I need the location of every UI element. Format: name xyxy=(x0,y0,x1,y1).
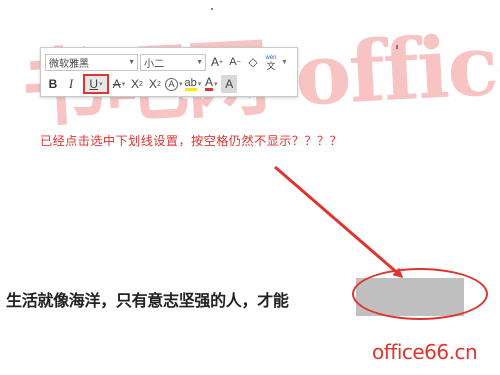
red-question-text: 已经点击选中下划线设置，按空格仍然不显示？？？？ xyxy=(40,134,343,148)
toolbar-row-format: B I U ▾ A ▾ X2 X2 A ▾ ab ▾ A ▾ A xyxy=(45,74,239,94)
superscript-icon: X xyxy=(131,77,140,91)
char-shading-icon: A xyxy=(225,77,234,91)
font-color-icon: A xyxy=(205,75,214,91)
highlight-button[interactable]: ab ▾ xyxy=(184,75,202,93)
font-color-button[interactable]: A ▾ xyxy=(203,75,219,93)
char-shading-button[interactable]: A xyxy=(221,75,238,93)
font-name-combo[interactable]: 微软雅黑 ▼ xyxy=(45,53,138,71)
italic-icon: I xyxy=(68,76,74,91)
font-name-value: 微软雅黑 xyxy=(49,58,89,70)
site-watermark: office66.cn xyxy=(372,340,478,364)
chevron-down-icon: ▾ xyxy=(197,81,202,88)
chevron-down-icon: ▼ xyxy=(196,58,203,66)
shrink-font-icon: A xyxy=(229,56,237,68)
bold-icon: B xyxy=(48,77,58,91)
text-cursor-mark xyxy=(396,45,398,49)
highlighter-icon: ab xyxy=(184,76,197,91)
document-sentence[interactable]: 生活就像海洋，只有意志坚强的人，才能 xyxy=(6,287,289,311)
chevron-down-icon: ▾ xyxy=(99,81,103,88)
text-effects-button[interactable]: A ▾ xyxy=(165,75,183,93)
text-effects-icon: A xyxy=(165,77,178,91)
underline-button[interactable]: U ▾ xyxy=(83,74,109,94)
cursor-dot xyxy=(211,8,213,10)
chevron-down-icon: ▾ xyxy=(179,81,183,88)
chevron-down-icon: ▾ xyxy=(121,81,126,88)
shrink-font-button[interactable]: A − xyxy=(227,53,243,71)
chevron-down-icon[interactable]: ▼ xyxy=(281,53,288,71)
eraser-icon: ◇ xyxy=(248,55,258,69)
chevron-down-icon: ▾ xyxy=(214,81,218,88)
superscript-button[interactable]: X2 xyxy=(129,75,145,93)
red-ellipse-annotation xyxy=(352,268,488,320)
italic-button[interactable]: I xyxy=(63,75,79,93)
grow-font-button[interactable]: A + xyxy=(209,53,225,71)
phonetic-guide-button[interactable]: wén 文 xyxy=(263,53,279,71)
grow-font-icon: A xyxy=(210,55,219,69)
clear-format-button[interactable]: ◇ xyxy=(245,53,261,71)
subscript-button[interactable]: X2 xyxy=(147,75,163,93)
bold-button[interactable]: B xyxy=(45,75,61,93)
font-size-value: 小二 xyxy=(144,58,164,70)
subscript-icon: X xyxy=(149,77,158,91)
strikethrough-icon: A xyxy=(112,77,121,91)
arrow-line xyxy=(274,165,404,278)
mini-toolbar: 微软雅黑 ▼ 小二 ▼ A + A − ◇ wén 文 ▼ B I U ▾ A … xyxy=(40,47,298,97)
strikethrough-button[interactable]: A ▾ xyxy=(111,75,127,93)
underline-icon: U xyxy=(89,77,99,91)
phonetic-char-label: 文 xyxy=(266,61,276,71)
chevron-down-icon: ▼ xyxy=(128,58,135,66)
font-size-combo[interactable]: 小二 ▼ xyxy=(140,53,206,71)
toolbar-row-font: 微软雅黑 ▼ 小二 ▼ A + A − ◇ wén 文 ▼ xyxy=(45,52,290,72)
